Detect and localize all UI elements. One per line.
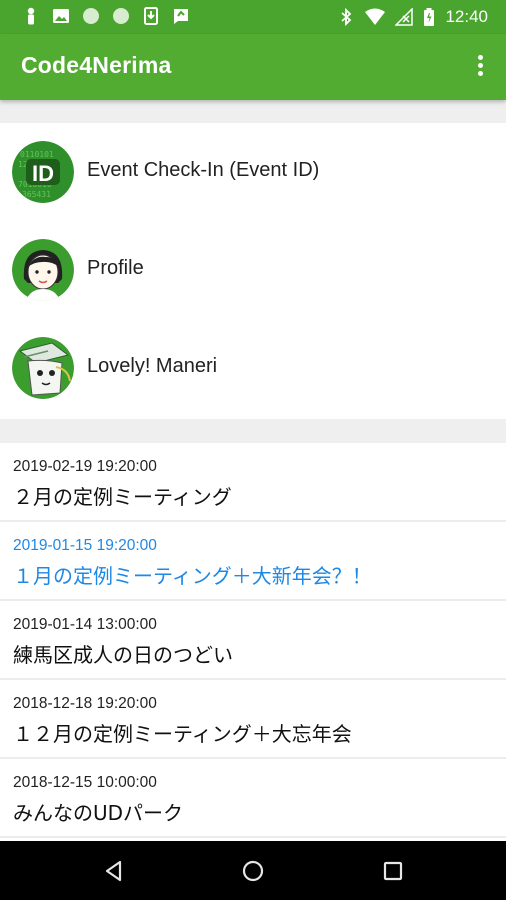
event-list: 2019-02-19 19:20:00 ２月の定例ミーティング 2019-01-… xyxy=(0,443,506,841)
event-title: １月の定例ミーティング＋大新年会？！ xyxy=(13,564,372,588)
back-icon[interactable] xyxy=(100,857,128,885)
event-date: 2019-01-15 19:20:00 xyxy=(13,537,157,554)
event-date: 2019-02-19 19:20:00 xyxy=(13,458,157,475)
app-title: Code4Nerima xyxy=(21,52,172,78)
event-title: みんなのUDパーク xyxy=(13,801,184,825)
status-bar: 12:40 xyxy=(0,0,506,34)
menu-item-lovely-maneri[interactable]: Lovely! Maneri xyxy=(0,319,506,417)
id-icon: 0110101 1201100 7010010 365431 ID xyxy=(12,141,74,203)
event-item[interactable]: 2019-01-15 19:20:00 １月の定例ミーティング＋大新年会？！ xyxy=(0,522,506,601)
download-icon xyxy=(144,7,158,25)
more-vert-icon[interactable] xyxy=(468,52,492,82)
svg-text:0110101: 0110101 xyxy=(20,150,54,159)
event-item[interactable]: 2019-01-14 13:00:00 練馬区成人の日のつどい xyxy=(0,601,506,680)
event-item[interactable]: 2018-12-18 19:20:00 １２月の定例ミーティング＋大忘年会 xyxy=(0,680,506,759)
navigation-bar xyxy=(0,841,506,900)
event-title: ２月の定例ミーティング xyxy=(13,485,232,509)
menu-item-event-check-in[interactable]: 0110101 1201100 7010010 365431 ID Event … xyxy=(0,123,506,221)
event-title: 練馬区成人の日のつどい xyxy=(13,643,233,667)
feedback-icon xyxy=(174,9,188,24)
menu-item-label: Lovely! Maneri xyxy=(87,355,218,377)
event-date: 2018-12-15 10:00:00 xyxy=(13,774,157,791)
menu-item-label: Event Check-In (Event ID) xyxy=(87,159,320,181)
event-date: 2019-01-14 13:00:00 xyxy=(13,616,157,633)
no-signal-icon xyxy=(395,8,414,26)
wifi-icon xyxy=(365,8,386,25)
event-item[interactable]: 2018-12-15 10:00:00 みんなのUDパーク xyxy=(0,759,506,838)
bluetooth-icon xyxy=(341,8,352,26)
svg-text:ID: ID xyxy=(32,161,54,186)
menu-item-profile[interactable]: Profile xyxy=(0,221,506,319)
svg-text:365431: 365431 xyxy=(22,190,51,199)
circle-icon xyxy=(113,8,129,24)
circle-icon xyxy=(83,8,99,24)
event-item[interactable]: 2019-02-19 19:20:00 ２月の定例ミーティング xyxy=(0,443,506,522)
maneri-icon xyxy=(12,337,74,399)
system-icons: 12:40 xyxy=(337,6,488,28)
recents-icon[interactable] xyxy=(379,857,407,885)
event-date: 2018-12-18 19:20:00 xyxy=(13,695,157,712)
home-icon[interactable] xyxy=(239,857,267,885)
menu-card: 0110101 1201100 7010010 365431 ID Event … xyxy=(0,123,506,419)
notification-icons xyxy=(22,7,190,25)
battery-icon xyxy=(424,8,435,26)
profile-avatar-icon xyxy=(12,239,74,301)
menu-item-label: Profile xyxy=(87,257,144,279)
clock: 12:40 xyxy=(445,7,488,26)
event-title: １２月の定例ミーティング＋大忘年会 xyxy=(13,722,352,746)
app-bar: Code4Nerima xyxy=(0,34,506,100)
image-icon xyxy=(53,9,69,23)
person-icon xyxy=(27,7,35,25)
